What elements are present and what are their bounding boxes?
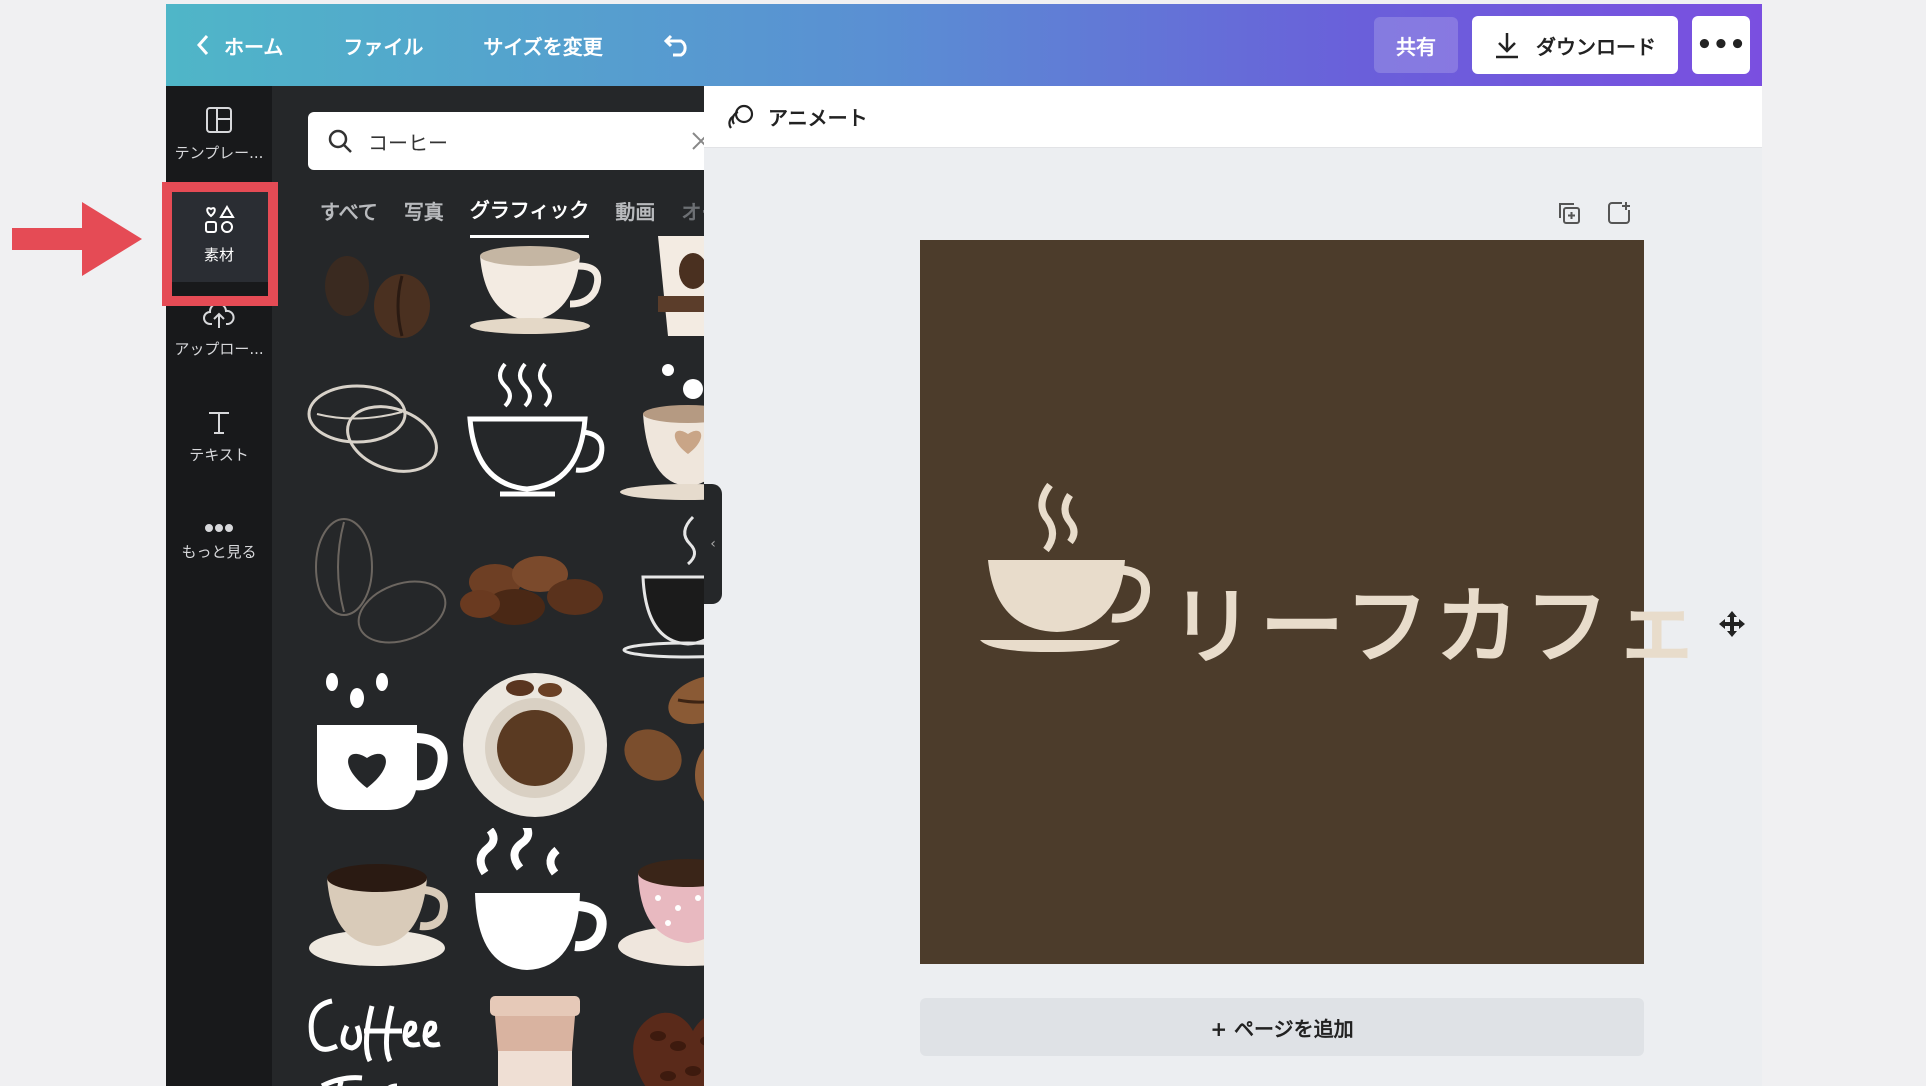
tab-graphics[interactable]: グラフィック xyxy=(469,194,590,238)
page-actions xyxy=(1556,200,1632,226)
more-options-button[interactable]: ••• xyxy=(1692,16,1750,74)
home-button[interactable]: ホーム xyxy=(166,4,313,86)
elements-panel: すべて 写真 グラフィック 動画 オーデ xyxy=(272,86,704,1086)
vintage-beans-graphic[interactable] xyxy=(302,512,452,662)
sketched-cup-graphic[interactable] xyxy=(618,512,704,662)
sidebar-item-label: もっと見る xyxy=(181,542,257,561)
heart-mug-graphic[interactable] xyxy=(302,670,452,820)
animate-icon[interactable] xyxy=(726,102,756,132)
resize-label: サイズを変更 xyxy=(483,34,603,59)
sidebar-item-label: テンプレー... xyxy=(174,143,264,162)
polka-dot-cup-graphic[interactable] xyxy=(618,828,704,978)
panel-tabs: すべて 写真 グラフィック 動画 オーデ xyxy=(320,194,704,238)
sidebar-item-label: テキスト xyxy=(189,445,249,464)
paper-cup-graphic[interactable] xyxy=(460,986,610,1086)
file-label: ファイル xyxy=(343,34,424,59)
espresso-cup-graphic[interactable] xyxy=(302,828,452,978)
home-label: ホーム xyxy=(224,34,284,59)
tab-videos[interactable]: 動画 xyxy=(615,196,655,237)
clear-search-icon[interactable] xyxy=(690,130,704,152)
elements-shapes-icon xyxy=(205,204,235,233)
sidebar-item-templates[interactable]: テンプレー... xyxy=(166,86,272,182)
search-icon xyxy=(328,129,352,153)
sidebar-item-uploads[interactable]: アップロー... xyxy=(166,282,272,378)
search-input[interactable] xyxy=(368,129,676,153)
search-box xyxy=(308,112,704,170)
tab-audio[interactable]: オーデ xyxy=(681,196,704,237)
bean-heart-graphic[interactable] xyxy=(618,986,704,1086)
graphics-grid xyxy=(302,236,704,1086)
tab-all[interactable]: すべて xyxy=(320,196,378,237)
download-button[interactable]: ダウンロード xyxy=(1472,16,1678,74)
share-button[interactable]: 共有 xyxy=(1374,17,1458,73)
design-title-text[interactable]: リーフカフェ xyxy=(1170,560,1705,681)
chevron-left-small-icon: ‹ xyxy=(710,536,716,552)
undo-button[interactable] xyxy=(633,4,723,86)
top-bar-actions: 共有 ダウンロード ••• xyxy=(1374,4,1762,86)
more-dots-icon xyxy=(205,523,233,532)
brown-beans-graphic[interactable] xyxy=(618,670,704,820)
duplicate-page-icon[interactable] xyxy=(1556,200,1582,226)
editor-app: ホーム ファイル サイズを変更 共有 ダウンロード ••• テンプレー... 素… xyxy=(166,4,1762,1086)
roasted-beans-pile-graphic[interactable] xyxy=(460,512,610,662)
more-options-icon: ••• xyxy=(1696,30,1746,60)
add-page-label: + ページを追加 xyxy=(1210,1016,1354,1041)
add-page-button[interactable]: + ページを追加 xyxy=(920,998,1644,1056)
cloud-upload-icon xyxy=(203,302,235,328)
sidebar-item-elements[interactable]: 素材 xyxy=(166,186,272,282)
animate-button[interactable]: アニメート xyxy=(768,102,868,131)
undo-icon xyxy=(663,34,687,57)
coffee-cup-logo-icon xyxy=(980,482,1150,652)
topview-cup-graphic[interactable] xyxy=(460,670,610,820)
sidebar-item-text[interactable]: テキスト xyxy=(166,388,272,484)
chevron-left-icon xyxy=(196,35,209,55)
tab-photos[interactable]: 写真 xyxy=(404,196,444,237)
file-menu-button[interactable]: ファイル xyxy=(313,4,453,86)
design-page[interactable]: リーフカフェ xyxy=(920,240,1699,964)
template-icon xyxy=(206,106,232,133)
left-sidebar: テンプレー... 素材 アップロー... テキスト もっと見る xyxy=(166,86,272,1086)
sidebar-item-label: アップロー... xyxy=(174,339,264,358)
top-bar: ホーム ファイル サイズを変更 共有 ダウンロード ••• xyxy=(166,4,1762,86)
canvas-toolbar: アニメート xyxy=(704,86,1762,148)
coffee-beans-graphic[interactable] xyxy=(302,236,452,346)
sidebar-item-label: 素材 xyxy=(203,245,234,264)
white-steaming-cup-graphic[interactable] xyxy=(460,828,610,978)
resize-button[interactable]: サイズを変更 xyxy=(453,4,632,86)
panel-collapse-handle[interactable]: ‹ xyxy=(704,484,722,604)
share-label: 共有 xyxy=(1396,34,1436,59)
download-icon xyxy=(1496,33,1518,59)
takeaway-cup-graphic[interactable] xyxy=(618,236,704,346)
download-label: ダウンロード xyxy=(1536,34,1656,59)
arrow-right-icon xyxy=(12,202,142,276)
latte-heart-cup-graphic[interactable] xyxy=(618,354,704,504)
steaming-cup-outline-graphic[interactable] xyxy=(460,354,610,504)
move-icon[interactable] xyxy=(1718,610,1746,638)
add-page-icon[interactable] xyxy=(1606,200,1632,226)
text-icon xyxy=(209,411,229,434)
coffee-to-go-lettering-graphic[interactable] xyxy=(302,986,452,1086)
sketch-coffee-beans-graphic[interactable] xyxy=(302,354,452,504)
top-nav: ホーム ファイル サイズを変更 xyxy=(166,4,723,86)
sidebar-item-more[interactable]: もっと見る xyxy=(166,494,272,590)
cup-saucer-graphic[interactable] xyxy=(460,236,610,346)
